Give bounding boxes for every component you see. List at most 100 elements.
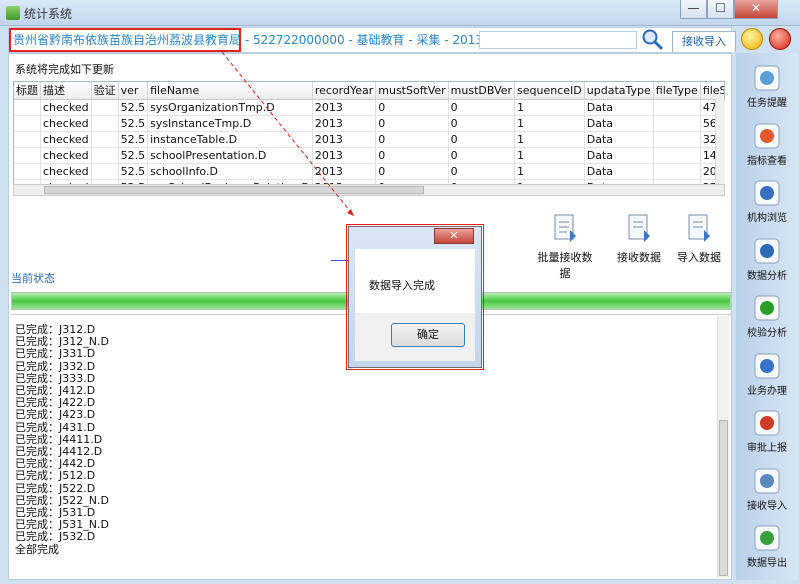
table-cell: [91, 163, 119, 180]
sidebar-item[interactable]: 接收导入: [736, 466, 798, 512]
sidebar-item-label: 业务办理: [747, 385, 787, 397]
table-cell: 52.5: [118, 115, 149, 132]
table-row[interactable]: checked52.5instanceTable.D2013001Data321…: [14, 131, 724, 148]
sidebar-item[interactable]: 数据分析: [736, 236, 798, 282]
window-title: 统计系统: [24, 7, 73, 21]
batch-receive-label: 批量接收数据: [537, 251, 593, 280]
table-cell: 2013: [312, 163, 377, 180]
table-cell: 2013: [312, 147, 377, 164]
import-label: 导入数据: [677, 251, 721, 264]
batch-receive-button[interactable]: 批量接收数据: [533, 212, 597, 281]
sidebar: 任务提醒指标查看机构浏览数据分析校验分析业务办理审批上报接收导入数据导出: [736, 53, 798, 580]
table-cell: schoolInfo.D: [147, 163, 313, 180]
table-row[interactable]: checked 52.5 sysInstanceTmp.D 2013 0 0 1 Data 56…: [14, 115, 724, 132]
table-row[interactable]: checked 52.5 sysOrganizationTmp.D 2013 0 0 1 Da…: [14, 99, 724, 116]
column-header[interactable]: ver: [118, 82, 149, 100]
column-header[interactable]: mustSoftVer: [375, 82, 449, 100]
close-button[interactable]: ✕: [734, 0, 778, 19]
tab-receive-import[interactable]: 接收导入: [672, 31, 736, 52]
sidebar-item-label: 数据导出: [747, 558, 787, 569]
table-cell: [14, 99, 41, 116]
table-cell: 52.5: [118, 147, 149, 164]
table-cell: [653, 115, 701, 132]
receive-button[interactable]: 接收数据: [607, 212, 671, 265]
title-bar: 统计系统 — ☐ ✕: [0, 0, 800, 26]
table-cell: [14, 147, 41, 164]
column-header[interactable]: fileType: [653, 82, 701, 100]
table-cell: 0: [375, 115, 449, 132]
update-table[interactable]: 标题 描述 验证 ver fileName recordYear mustSof…: [13, 81, 725, 193]
sidebar-item[interactable]: 业务办理: [736, 351, 798, 397]
import-button[interactable]: 导入数据: [667, 212, 731, 265]
column-header[interactable]: 描述: [40, 82, 92, 100]
sidebar-item-label: 接收导入: [747, 500, 787, 512]
table-cell: 2013: [312, 115, 377, 132]
sidebar-item[interactable]: 数据导出: [736, 523, 798, 569]
table-cell: checked: [40, 131, 92, 148]
table-cell: 0: [375, 147, 449, 164]
header-rest: - 522722000000 - 基础教育 - 采集 - 2013年: [241, 33, 496, 47]
table-cell: 52.5: [118, 163, 149, 180]
table-row[interactable]: checked 52.5 schoolPresentation.D 2013 0 0 1 Da…: [14, 147, 724, 164]
log-scrollbar-thumb[interactable]: [719, 420, 728, 576]
dialog-footer: 确定: [355, 313, 475, 361]
column-header[interactable]: fileName: [147, 82, 313, 100]
column-header[interactable]: sequenceID: [514, 82, 585, 100]
business-icon: [752, 351, 782, 381]
dialog-close-button[interactable]: ✕: [434, 228, 474, 244]
table-horizontal-scrollbar[interactable]: [13, 184, 725, 196]
table-header-row: 标题 描述 验证 ver fileName recordYear mustSof…: [14, 82, 724, 100]
power-icon[interactable]: [769, 28, 791, 50]
minimize-button[interactable]: —: [680, 0, 707, 19]
column-header[interactable]: 标题: [14, 82, 41, 100]
help-icon[interactable]: [741, 28, 763, 50]
import-data-icon: [688, 214, 710, 242]
batch-receive-icon: [554, 214, 576, 242]
sidebar-item[interactable]: 指标查看: [736, 121, 798, 167]
table-cell: [14, 131, 41, 148]
table-cell: 0: [448, 115, 516, 132]
table-cell: 1: [514, 131, 585, 148]
sidebar-item[interactable]: 任务提醒: [736, 63, 798, 109]
table-cell: [14, 115, 41, 132]
column-header[interactable]: 验证: [91, 82, 119, 100]
table-cell: [91, 131, 119, 148]
org-browse-icon: [752, 178, 782, 208]
table-cell: [14, 163, 41, 180]
table-cell: checked: [40, 147, 92, 164]
table-cell: 0: [375, 163, 449, 180]
sidebar-item[interactable]: 校验分析: [736, 293, 798, 339]
table-cell: Data: [584, 163, 654, 180]
table-cell: 52.5: [118, 99, 149, 116]
column-header[interactable]: recordYear: [312, 82, 377, 100]
column-header[interactable]: fileSize: [700, 82, 724, 100]
log-vertical-scrollbar[interactable]: [717, 316, 729, 578]
table-cell: 1: [514, 115, 585, 132]
table-row[interactable]: checked52.5schoolInfo.D2013001Data2024C:…: [14, 163, 724, 180]
indicator-view-icon: [752, 121, 782, 151]
column-header[interactable]: mustDBVer: [448, 82, 516, 100]
log-line: 全部完成: [15, 542, 59, 556]
maximize-button[interactable]: ☐: [707, 0, 734, 19]
table-cell: schoolPresentation.D: [147, 147, 313, 164]
sidebar-item[interactable]: 审批上报: [736, 408, 798, 454]
table-vertical-scrollbar[interactable]: [715, 99, 725, 184]
ok-button[interactable]: 确定: [391, 323, 465, 347]
table-cell: [653, 147, 701, 164]
sidebar-item-label: 指标查看: [747, 155, 787, 167]
scrollbar-thumb[interactable]: [44, 186, 424, 194]
table-cell: 2013: [312, 99, 377, 116]
sidebar-item-label: 校验分析: [747, 328, 787, 339]
search-icon[interactable]: [640, 27, 664, 51]
table-cell: [91, 99, 119, 116]
sidebar-item[interactable]: 机构浏览: [736, 178, 798, 224]
check-analysis-icon: [752, 293, 782, 323]
search-input[interactable]: [479, 31, 637, 49]
table-cell: sysOrganizationTmp.D: [147, 99, 313, 116]
column-header[interactable]: updataType: [584, 82, 654, 100]
table-cell: 2013: [312, 131, 377, 148]
table-cell: [91, 147, 119, 164]
table-cell: 0: [375, 131, 449, 148]
sidebar-item-label: 审批上报: [747, 443, 787, 454]
table-cell: 0: [448, 163, 516, 180]
